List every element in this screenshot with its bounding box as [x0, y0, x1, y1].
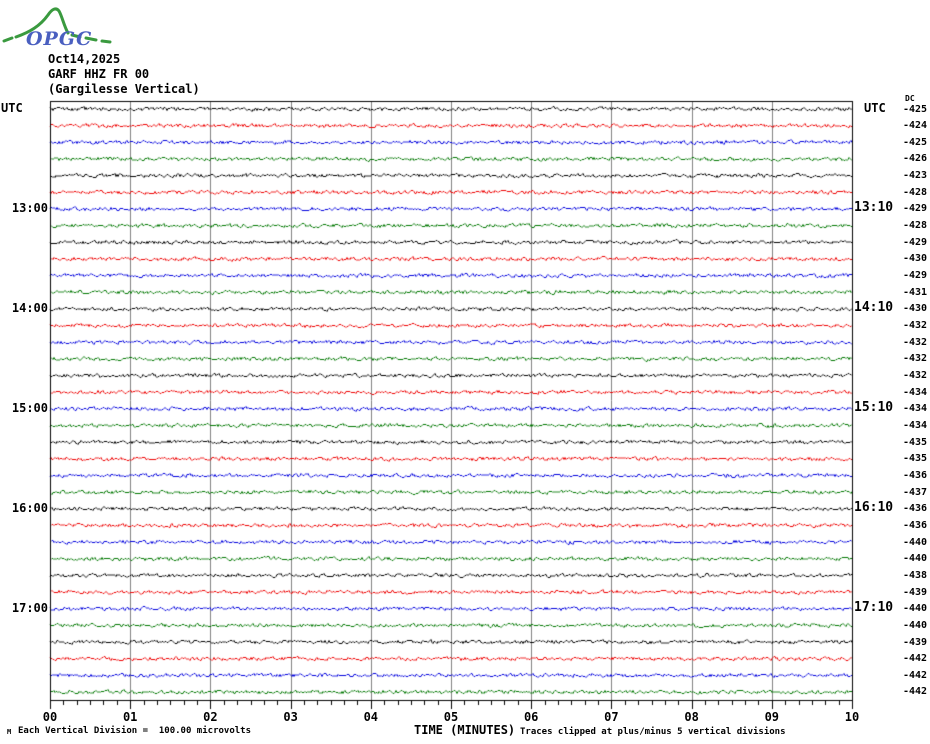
logo-text: OPGC — [26, 28, 92, 50]
right-end-label: 15:10 — [854, 400, 894, 416]
dc-value: -428 — [903, 220, 928, 232]
dc-value: -435 — [903, 436, 928, 448]
right-end-label: 16:10 — [854, 500, 894, 516]
dc-value: -429 — [903, 236, 928, 248]
corner-mark: M — [7, 728, 12, 736]
header-station-description: (Gargilesse Vertical) — [48, 82, 200, 96]
x-tick-label: 00 — [42, 710, 58, 724]
utc-label-right: UTC — [864, 101, 886, 115]
x-tick-label: 05 — [443, 710, 459, 724]
dc-value: -435 — [903, 453, 928, 465]
dc-value: -434 — [903, 386, 928, 398]
right-end-label: 17:10 — [854, 600, 894, 616]
dc-value: -440 — [903, 619, 928, 631]
x-tick-label: 07 — [604, 710, 619, 724]
dc-value: -432 — [903, 370, 928, 381]
x-tick-label: 02 — [203, 710, 218, 724]
left-hour-label: 16:00 — [11, 501, 48, 516]
x-tick-label: 01 — [122, 710, 138, 724]
x-tick-label: 10 — [844, 710, 860, 724]
dc-value: -440 — [903, 536, 928, 548]
dc-value: -434 — [903, 403, 928, 415]
dc-value: -439 — [903, 636, 928, 648]
dc-value: -439 — [903, 586, 928, 598]
dc-value: -425 — [903, 103, 928, 115]
dc-value: -424 — [903, 120, 928, 132]
x-tick-label: 04 — [363, 710, 379, 724]
header-station: GARF HHZ FR 00 — [48, 67, 150, 81]
dc-value: -442 — [903, 669, 928, 681]
dc-value: -440 — [903, 553, 928, 565]
left-hour-label: 13:00 — [11, 201, 48, 216]
utc-label-left: UTC — [1, 101, 23, 115]
dc-value: -429 — [903, 270, 928, 282]
dc-value: -432 — [903, 320, 928, 332]
x-tick-label: 03 — [283, 710, 298, 724]
dc-value: -430 — [903, 303, 928, 315]
clip-note: Traces clipped at plus/minus 5 vertical … — [520, 727, 786, 737]
left-hour-label: 17:00 — [11, 601, 48, 616]
dc-value: -436 — [903, 469, 928, 481]
seismogram-canvas — [0, 0, 930, 744]
dc-value: -423 — [903, 170, 928, 182]
dc-value: -426 — [903, 153, 928, 165]
dc-column-header: DC — [905, 94, 915, 103]
scale-note: Each Vertical Division = 100.00 microvol… — [18, 726, 251, 736]
dc-value: -430 — [903, 253, 928, 265]
helicorder-page: OPGC Oct14,2025 GARF HHZ FR 00 (Gargiles… — [0, 0, 930, 744]
dc-value: -436 — [903, 519, 928, 531]
dc-value: -428 — [903, 186, 928, 198]
dc-value: -442 — [903, 653, 928, 665]
dc-value: -437 — [903, 486, 928, 498]
x-tick-label: 09 — [764, 710, 780, 724]
left-hour-label: 15:00 — [11, 401, 48, 416]
x-axis-title: TIME (MINUTES) — [414, 723, 516, 737]
dc-value: -434 — [903, 419, 928, 431]
dc-value: -425 — [903, 136, 928, 148]
dc-value: -432 — [903, 336, 928, 348]
dc-value: -429 — [903, 203, 928, 215]
header-date: Oct14,2025 — [48, 52, 121, 66]
x-tick-label: 06 — [523, 710, 539, 724]
dc-value: -436 — [903, 503, 928, 515]
left-hour-label: 14:00 — [11, 301, 48, 316]
dc-value: -438 — [903, 569, 928, 581]
dc-value: -442 — [903, 686, 928, 698]
dc-value: -432 — [903, 353, 928, 365]
x-tick-label: 08 — [684, 710, 699, 724]
dc-value: -440 — [903, 603, 928, 615]
opgc-logo: OPGC — [2, 7, 112, 50]
right-end-label: 14:10 — [854, 300, 894, 316]
right-end-label: 13:10 — [854, 200, 894, 216]
dc-value: -431 — [903, 286, 928, 298]
